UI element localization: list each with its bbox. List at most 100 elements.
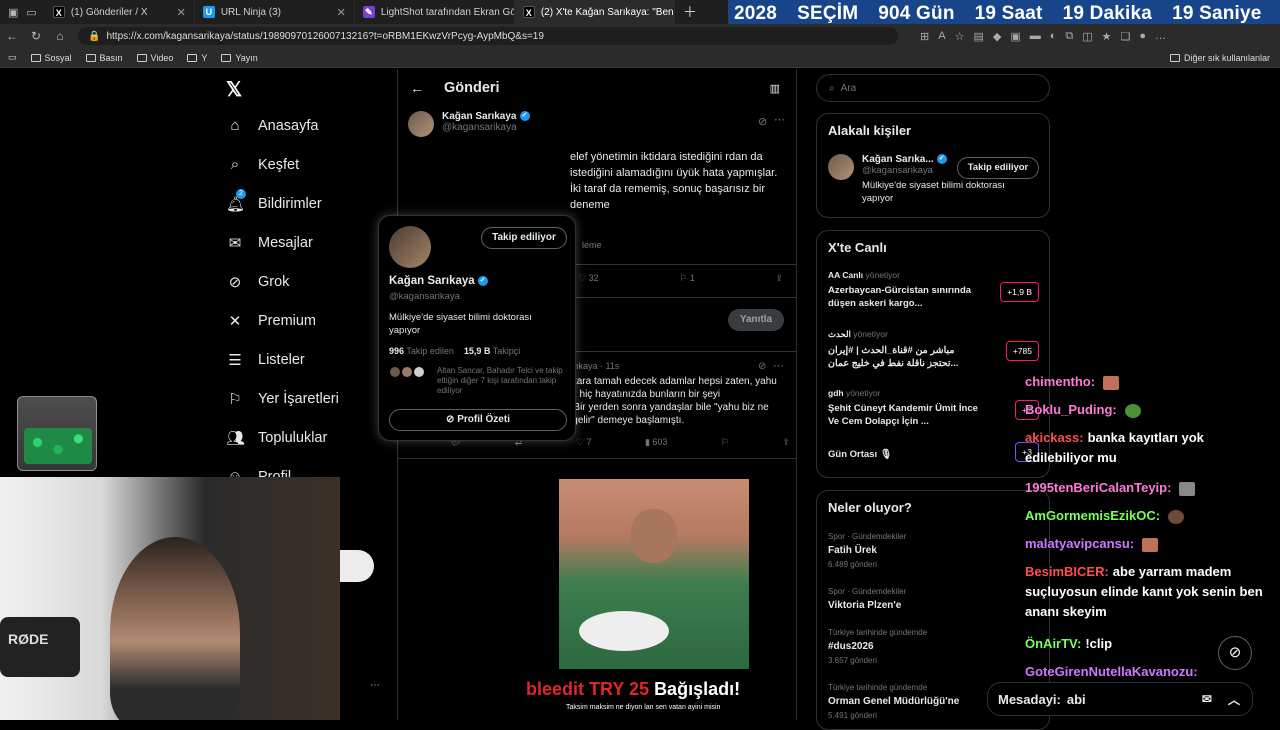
url-field[interactable]: 🔒 https://x.com/kagansarikaya/status/198… bbox=[78, 27, 898, 45]
live-status: yönetiyor bbox=[853, 329, 888, 339]
avatar[interactable] bbox=[408, 111, 434, 137]
new-tab-button[interactable]: ＋ bbox=[675, 0, 705, 24]
extension-icon[interactable]: ◐ bbox=[1050, 30, 1057, 43]
compose-message-icon[interactable]: ✉ bbox=[1202, 692, 1212, 706]
trend-item[interactable]: Spor · Gündemdekiler Fatih Ürek 6.489 gö… bbox=[828, 532, 1043, 569]
live-item[interactable]: الحدث yönetiyor مباشر من #قناة_الحدث | #… bbox=[828, 329, 1043, 370]
bookmark-icon[interactable]: ⚐ bbox=[721, 437, 729, 448]
bookmark-folder[interactable]: Video bbox=[136, 53, 173, 63]
tab-title: (2) X'te Kağan Sarıkaya: "Ben iddi... bbox=[540, 6, 674, 18]
nav-item-messages[interactable]: ✉ Mesajlar bbox=[226, 234, 313, 252]
share-icon[interactable]: ⇪ bbox=[775, 273, 783, 284]
more-icon[interactable]: … bbox=[1155, 30, 1166, 43]
collections-icon[interactable]: ❏ bbox=[1121, 30, 1131, 43]
browser-tab-2[interactable]: U URL Ninja (3) ✕ bbox=[195, 0, 355, 24]
extension-icon[interactable]: ▤ bbox=[973, 30, 983, 43]
folder-icon bbox=[1169, 53, 1180, 62]
bookmark-count: 1 bbox=[689, 273, 695, 283]
live-item[interactable]: gdh yönetiyor Şehit Cüneyt Kandemir Ümit… bbox=[828, 388, 1043, 428]
profile-summary-button[interactable]: ⊘ Profil Özeti bbox=[389, 409, 567, 431]
live-title: Gün Ortası 🎙 bbox=[828, 449, 892, 460]
following-button[interactable]: Takip ediliyor bbox=[481, 227, 567, 249]
profile-name[interactable]: Kağan Sarıkaya bbox=[389, 275, 475, 287]
grid-icon[interactable]: ⊞ bbox=[920, 30, 929, 43]
share-icon[interactable]: ⇪ bbox=[782, 437, 790, 448]
browser-tab-3[interactable]: ✎ LightShot tarafından Ekran Görün... ✕ bbox=[355, 0, 515, 24]
workspaces-icon[interactable]: ▣ bbox=[8, 6, 18, 19]
bookmark-folder[interactable]: Sosyal bbox=[30, 53, 72, 63]
grok-icon[interactable]: ⊘ bbox=[758, 115, 767, 128]
followers-count[interactable]: 15,9 B bbox=[464, 346, 491, 356]
x-logo-icon[interactable]: 𝕏 bbox=[226, 77, 242, 102]
profile-handle[interactable]: @kagansarikaya bbox=[389, 291, 460, 302]
back-arrow-icon[interactable]: ← bbox=[410, 80, 424, 96]
trend-item[interactable]: Türkiye tarihinde gündemde #dus2026 3.65… bbox=[828, 628, 1043, 665]
nav-item-grok[interactable]: ⊘ Grok bbox=[226, 273, 290, 291]
favorites-icon[interactable]: ★ bbox=[1102, 30, 1112, 43]
listener-count: +1,9 B bbox=[1000, 282, 1039, 302]
messages-drawer[interactable]: Mesadayi: abi ✉ ︿ bbox=[987, 682, 1253, 716]
following-label[interactable]: Takip edilen bbox=[406, 346, 454, 356]
people-icon: 👥︎ bbox=[226, 430, 246, 447]
home-icon[interactable]: ⌂ bbox=[48, 29, 72, 43]
nav-item-communities[interactable]: 👥︎ Topluluklar bbox=[226, 429, 327, 447]
bookmark-folder[interactable]: Basın bbox=[85, 53, 123, 63]
extension-icon[interactable]: ▣ bbox=[1010, 30, 1020, 43]
x-logo-icon: X bbox=[52, 6, 65, 18]
browser-tab-1[interactable]: X (1) Gönderiler / X ✕ bbox=[45, 0, 195, 24]
live-item[interactable]: AA Canlı yönetiyor Azerbaycan-Gürcistan … bbox=[828, 270, 1043, 310]
like-button[interactable]: ♡ 32 bbox=[578, 273, 599, 284]
followed-by[interactable]: Altan Sancar, Bahadır Telci ve takip ett… bbox=[389, 366, 577, 396]
extension-icon[interactable]: ▬ bbox=[1030, 30, 1041, 43]
more-options-icon[interactable]: ⋯ bbox=[774, 113, 785, 126]
following-count[interactable]: 996 bbox=[389, 346, 404, 356]
reply-button[interactable]: Yanıtla bbox=[728, 309, 784, 331]
trend-posts: 6.489 gönderi bbox=[828, 560, 877, 569]
extension-icon[interactable]: ◆ bbox=[993, 30, 1001, 43]
nav-item-explore[interactable]: ⌕ Keşfet bbox=[226, 156, 299, 173]
stream-video-frame bbox=[559, 479, 749, 669]
extensions-puzzle-icon[interactable]: ⧉ bbox=[1065, 30, 1073, 43]
views-icon[interactable]: ▮ 603 bbox=[645, 437, 667, 448]
followers-label[interactable]: Takipçi bbox=[493, 346, 521, 356]
close-tab-icon[interactable]: ✕ bbox=[171, 6, 186, 19]
bookmark-button[interactable]: ⚐ 1 bbox=[679, 273, 695, 284]
nav-item-premium[interactable]: ✕ Premium bbox=[226, 312, 316, 330]
nav-item-notifications[interactable]: 🔔︎ 2 Bildirimler bbox=[226, 189, 322, 213]
live-item[interactable]: Gün Ortası 🎙 +3 bbox=[828, 442, 1043, 462]
like-count: 32 bbox=[588, 273, 599, 283]
reader-mode-icon[interactable]: ▥ bbox=[770, 82, 780, 95]
search-placeholder: Ara bbox=[840, 82, 857, 94]
bookmark-folder[interactable]: Y bbox=[187, 53, 207, 63]
divider bbox=[398, 458, 796, 459]
search-input[interactable]: ⌕ Ara bbox=[816, 74, 1050, 102]
refresh-icon[interactable]: ↻ bbox=[24, 29, 48, 43]
tab-actions-icon[interactable]: ▭ bbox=[26, 6, 36, 19]
split-screen-icon[interactable]: ◫ bbox=[1082, 30, 1092, 43]
like-button[interactable]: ♡ 7 bbox=[576, 437, 592, 448]
following-button[interactable]: Takip ediliyor bbox=[957, 157, 1039, 179]
nav-item-lists[interactable]: ☰ Listeler bbox=[226, 351, 304, 369]
chevron-up-icon[interactable]: ︿ bbox=[1228, 691, 1240, 708]
grok-fab-button[interactable]: ⊘ bbox=[1218, 636, 1252, 670]
avatar[interactable] bbox=[828, 154, 854, 180]
back-icon[interactable]: ← bbox=[0, 29, 24, 43]
avatar[interactable] bbox=[389, 226, 431, 268]
nav-item-home[interactable]: ⌂ Anasayfa bbox=[226, 117, 318, 134]
live-status: yönetiyor bbox=[845, 388, 881, 398]
grok-icon[interactable]: ⊘ bbox=[758, 361, 766, 372]
profile-avatar-icon[interactable]: ● bbox=[1139, 30, 1146, 43]
browser-tab-4[interactable]: X (2) X'te Kağan Sarıkaya: "Ben iddi... … bbox=[514, 0, 675, 24]
close-tab-icon[interactable]: ✕ bbox=[331, 6, 346, 19]
more-options-icon[interactable]: ⋯ bbox=[773, 359, 784, 372]
read-aloud-icon[interactable]: A bbox=[938, 30, 945, 43]
other-favorites[interactable]: Diğer sık kullanılanlar bbox=[1169, 53, 1270, 63]
favorite-star-icon[interactable]: ☆ bbox=[955, 30, 965, 43]
tab-title: URL Ninja (3) bbox=[220, 6, 282, 18]
chat-text: !clip bbox=[1085, 636, 1113, 651]
bookmark-app-icon[interactable]: ▭ bbox=[8, 52, 17, 63]
post-author[interactable]: Kağan Sarıkaya ✓ @kagansarikaya bbox=[408, 111, 530, 137]
nav-item-bookmarks[interactable]: ⚐ Yer İşaretleri bbox=[226, 390, 339, 408]
bookmark-folder[interactable]: Yayın bbox=[221, 53, 258, 63]
trend-item[interactable]: Spor · Gündemdekiler Viktoria Plzen'e bbox=[828, 587, 1043, 615]
